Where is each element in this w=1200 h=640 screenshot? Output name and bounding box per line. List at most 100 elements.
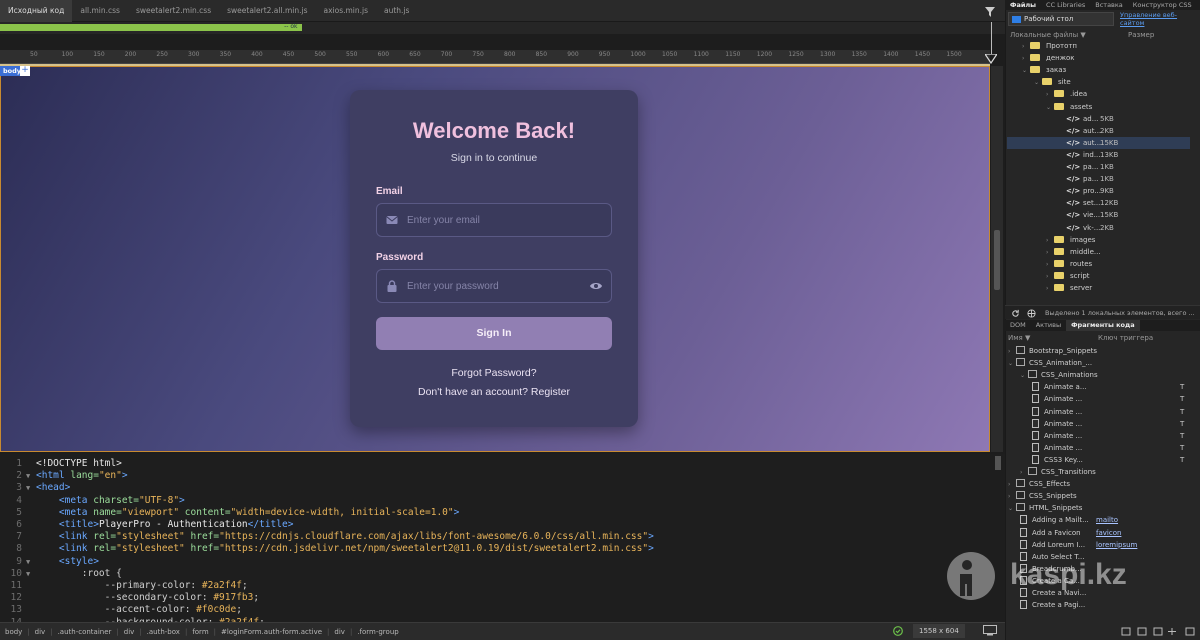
manage-site-link[interactable]: Управление веб-сайтом (1120, 11, 1192, 27)
code-line[interactable]: 3 ▼ <head> (0, 482, 70, 494)
file-tree-item[interactable]: ⌄ site (1034, 76, 1071, 88)
tag-crumb[interactable]: .form-group (352, 628, 403, 636)
tag-crumb[interactable]: .auth-box (142, 628, 185, 636)
snippet-item[interactable]: ⌄ HTML_Snippets (1008, 502, 1082, 514)
connect-icon[interactable] (1027, 309, 1036, 318)
file-tree-item[interactable]: › images (1046, 234, 1095, 246)
snippet-item[interactable]: Animate ... T (1032, 442, 1184, 454)
chevron-icon[interactable]: ⌄ (1008, 358, 1016, 370)
snippet-item[interactable]: Adding a Mailt... mailto (1020, 514, 1118, 526)
file-tree-item[interactable]: </> aut... 2KB (1058, 125, 1114, 137)
snippet-item[interactable]: CSS3 Key... T (1032, 454, 1184, 466)
ruler-marker-icon[interactable] (985, 54, 997, 64)
code-line[interactable]: 4 <meta charset="UTF-8"> (0, 495, 185, 507)
file-tree-item[interactable]: › routes (1046, 258, 1092, 270)
snippet-item[interactable]: › CSS_Transitions (1020, 466, 1096, 478)
snippet-item[interactable]: › Bootstrap_Snippets (1008, 345, 1097, 357)
file-tree-item[interactable]: </> pa... 1KB (1058, 173, 1114, 185)
name-column-header[interactable]: Имя ▼ (1008, 334, 1030, 342)
email-field[interactable]: Enter your email (376, 203, 612, 237)
code-line[interactable]: 12 --secondary-color: #917fb3; (0, 592, 260, 604)
snippet-item[interactable]: Add a Favicon favicon (1020, 527, 1121, 539)
file-tab[interactable]: Исходный код (0, 0, 73, 22)
sign-in-button[interactable]: Sign In (376, 317, 612, 350)
code-line[interactable]: 2 ▼ <html lang="en"> (0, 470, 127, 482)
tag-crumb[interactable]: div (30, 628, 51, 636)
refresh-icon[interactable] (1011, 309, 1020, 318)
panel-tab[interactable]: CC Libraries (1041, 0, 1090, 10)
file-tree-item[interactable]: › middle... (1046, 246, 1101, 258)
chevron-icon[interactable]: ⌄ (1022, 65, 1030, 77)
file-tree-item[interactable]: ⌄ assets (1046, 101, 1092, 113)
code-scrollbar-thumb[interactable] (995, 456, 1001, 470)
code-line[interactable]: 5 <meta name="viewport" content="width=d… (0, 507, 459, 519)
trigger-key-column-header[interactable]: Ключ триггера (1098, 334, 1153, 342)
file-tree-item[interactable]: › денжок (1022, 52, 1075, 64)
panel-tab[interactable]: Файлы (1005, 0, 1041, 10)
snippet-item[interactable]: Animate ... T (1032, 406, 1184, 418)
file-tree-item[interactable]: › server (1046, 282, 1092, 294)
size-column-header[interactable]: Размер (1128, 31, 1154, 39)
file-tab[interactable]: all.min.css (72, 0, 128, 22)
snippet-item[interactable]: Animate ... T (1032, 418, 1184, 430)
design-scrollbar-thumb[interactable] (994, 230, 1000, 290)
tag-crumb[interactable]: .auth-container (53, 628, 117, 636)
site-select[interactable]: Рабочий стол (1008, 12, 1114, 26)
file-tree-item[interactable]: </> pa... 1KB (1058, 161, 1114, 173)
tag-crumb[interactable]: form (187, 628, 213, 636)
snippet-item[interactable]: Animate ... T (1032, 430, 1184, 442)
file-tree-item[interactable]: </> ad... 5KB (1058, 113, 1114, 125)
file-tree-item[interactable]: </> set... 12KB (1058, 197, 1118, 209)
tag-crumb[interactable]: #loginForm.auth-form.active (216, 628, 327, 636)
fold-toggle-icon[interactable]: ▼ (26, 556, 36, 568)
file-tree-item[interactable]: </> aut... 15KB (1058, 137, 1118, 149)
snippet-panel-tab[interactable]: DOM (1005, 320, 1031, 331)
file-tree-item[interactable]: </> pro... 9KB (1058, 185, 1114, 197)
tag-crumb[interactable]: body (0, 628, 27, 636)
chevron-icon[interactable]: ⌄ (1008, 503, 1016, 515)
file-tree-item[interactable]: › .idea (1046, 88, 1087, 100)
file-tree-item[interactable]: </> vie... 15KB (1058, 209, 1118, 221)
file-tab[interactable]: sweetalert2.all.min.js (219, 0, 315, 22)
window-size-readout[interactable]: 1558 x 604 (913, 624, 965, 638)
panel-tab[interactable]: Вставка (1090, 0, 1128, 10)
snippet-item[interactable]: ⌄ CSS_Animation_... (1008, 357, 1092, 369)
forgot-password-link[interactable]: Forgot Password? (350, 367, 638, 379)
register-link[interactable]: Don't have an account? Register (350, 386, 638, 398)
file-tree-item[interactable]: ⌄ заказ (1022, 64, 1066, 76)
code-line[interactable]: 7 <link rel="stylesheet" href="https://c… (0, 531, 654, 543)
device-preview-icon[interactable] (983, 625, 997, 636)
add-element-button[interactable]: + (20, 66, 30, 76)
chevron-icon[interactable]: ⌄ (1020, 370, 1028, 382)
trigger-key[interactable]: mailto (1096, 514, 1118, 526)
trigger-key[interactable]: favicon (1096, 527, 1121, 539)
snippet-panel-tab[interactable]: Фрагменты кода (1066, 320, 1140, 331)
chevron-icon[interactable]: ⌄ (1046, 102, 1054, 114)
code-line[interactable]: 11 --primary-color: #2a2f4f; (0, 580, 248, 592)
code-line[interactable]: 1 <!DOCTYPE html> (0, 458, 122, 470)
chevron-icon[interactable]: › (1046, 283, 1054, 295)
chevron-icon[interactable]: ⌄ (1034, 77, 1042, 89)
code-line[interactable]: 6 <title>PlayerPro - Authentication</tit… (0, 519, 293, 531)
file-tree-item[interactable]: › Прототп (1022, 40, 1077, 52)
file-tab[interactable]: auth.js (376, 0, 417, 22)
file-tab[interactable]: sweetalert2.min.css (128, 0, 219, 22)
password-field[interactable]: Enter your password (376, 269, 612, 303)
fold-toggle-icon[interactable]: ▼ (26, 470, 36, 482)
code-line[interactable]: 13 --accent-color: #f0c0de; (0, 604, 242, 616)
panel-tab[interactable]: Конструктор CSS (1128, 0, 1197, 10)
snippet-item[interactable]: ⌄ CSS_Animations (1020, 369, 1098, 381)
local-files-header[interactable]: Локальные файлы ▼ (1010, 31, 1086, 39)
code-editor[interactable]: 1 <!DOCTYPE html> 2 ▼ <html lang="en"> 3 ▼ <hea… (0, 454, 1005, 628)
panel-footer-icons[interactable] (1120, 626, 1198, 636)
fold-toggle-icon[interactable]: ▼ (26, 568, 36, 580)
snippet-item[interactable]: › CSS_Effects (1008, 478, 1070, 490)
snippet-item[interactable]: Animate a... T (1032, 381, 1184, 393)
file-tree-item[interactable]: </> vk-... 2KB (1058, 222, 1114, 234)
tag-crumb[interactable]: div (119, 628, 140, 636)
code-line[interactable]: 8 <link rel="stylesheet" href="https://c… (0, 543, 654, 555)
code-line[interactable]: 9 ▼ <style> (0, 556, 99, 568)
file-tab[interactable]: axios.min.js (315, 0, 376, 22)
filter-icon[interactable] (985, 7, 995, 17)
tag-crumb[interactable]: div (329, 628, 350, 636)
